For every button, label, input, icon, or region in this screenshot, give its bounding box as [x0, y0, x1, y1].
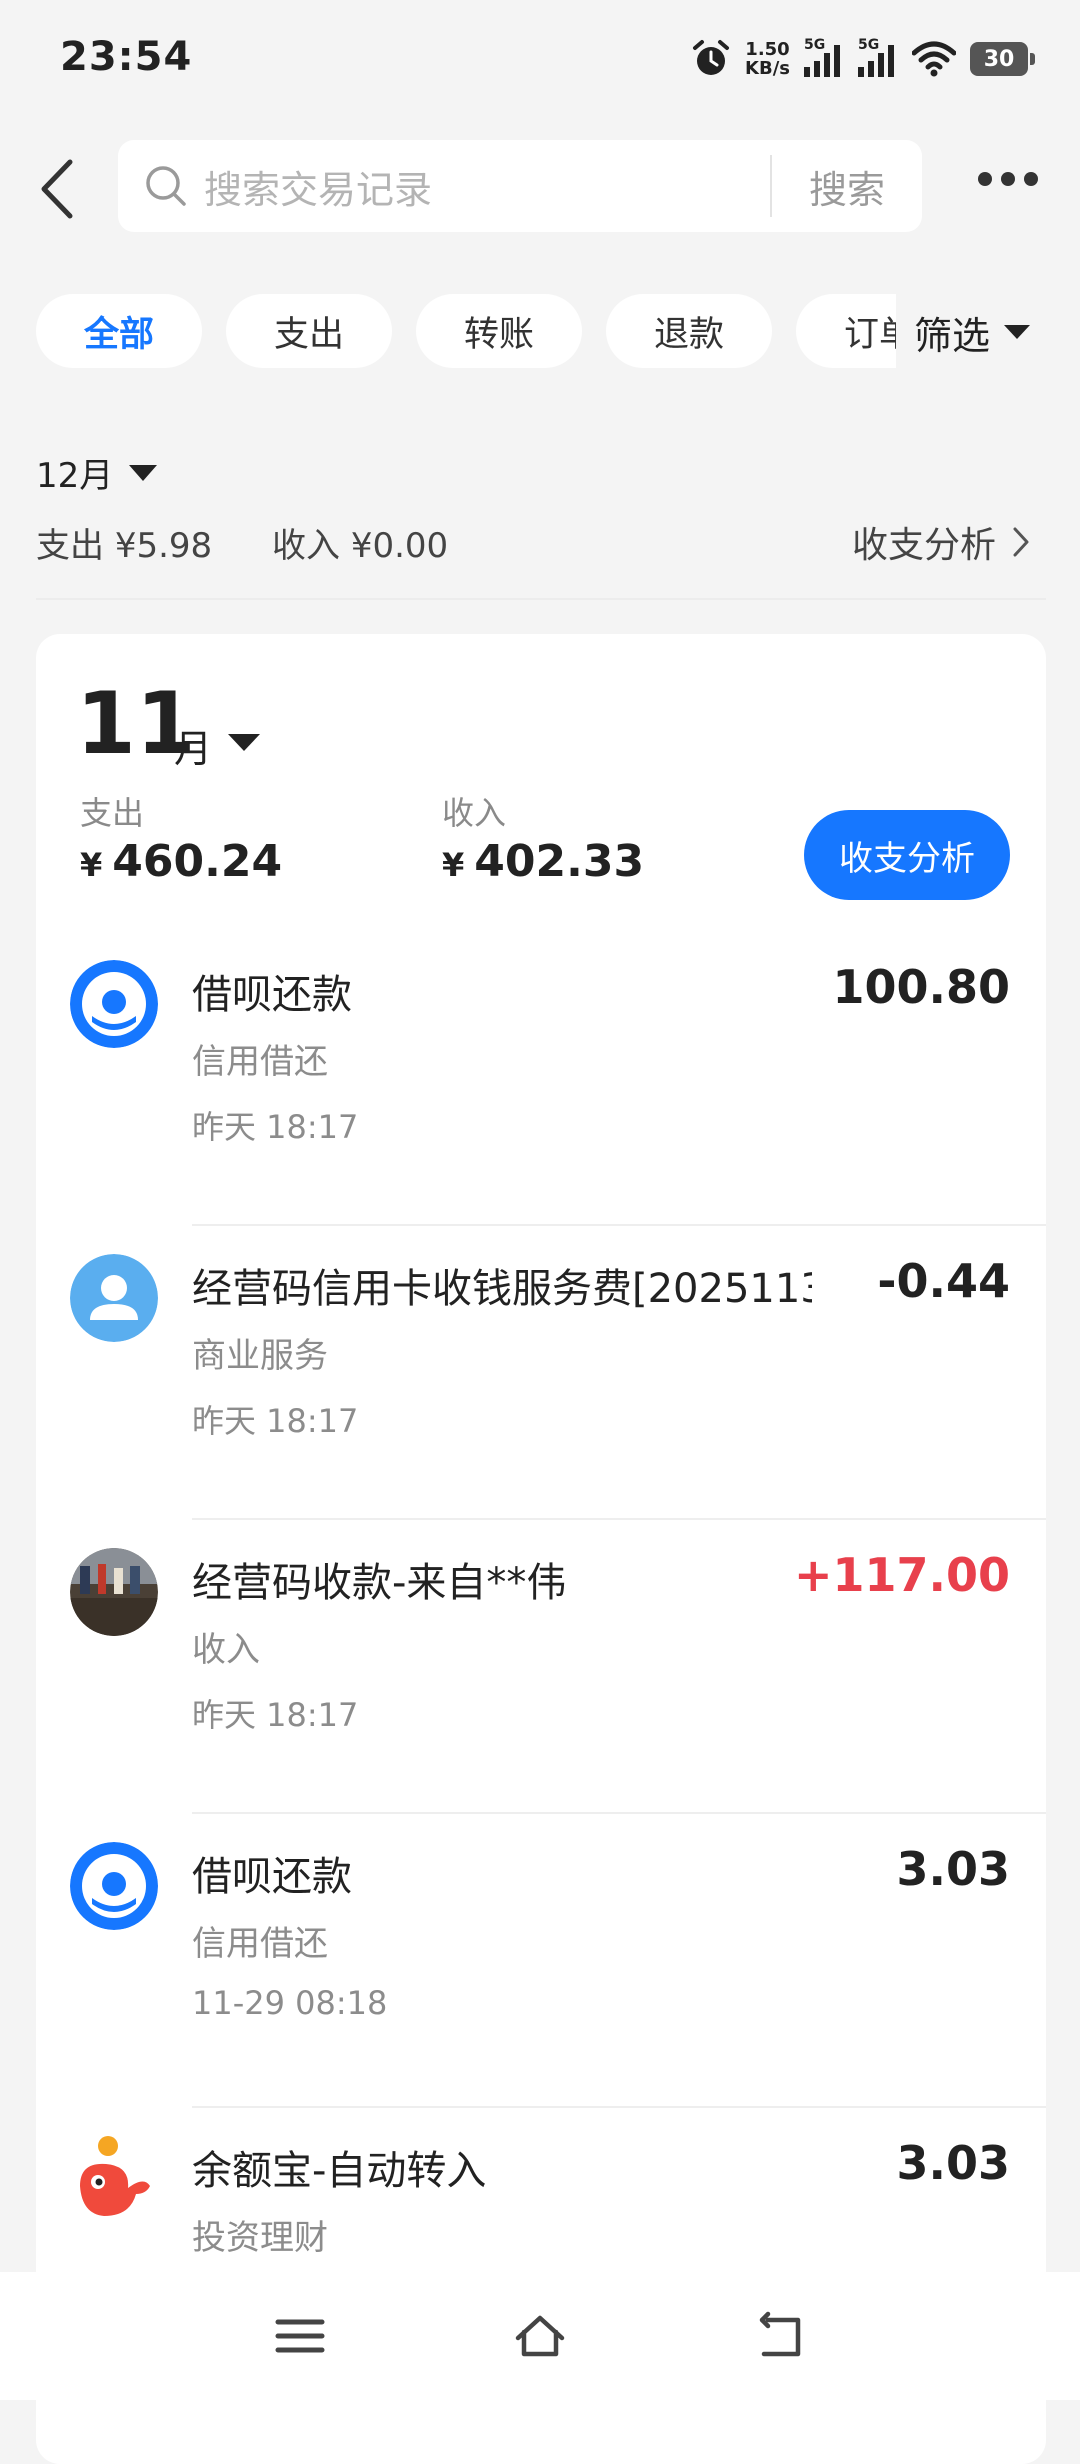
transaction-title: 余额宝-自动转入: [192, 2148, 487, 2194]
divider: [36, 598, 1046, 600]
chip-all[interactable]: 全部: [36, 294, 202, 368]
currency-symbol: ¥: [442, 846, 465, 884]
signal-icon: 5G: [858, 37, 898, 77]
jiebei-icon: [70, 960, 158, 1048]
back-arrow-icon[interactable]: [36, 158, 84, 220]
transaction-title: 经营码信用卡收钱服务费[2025113021...: [192, 1266, 812, 1312]
transaction-row[interactable]: 经营码信用卡收钱服务费[2025113021... 商业服务 昨天 18:17 …: [36, 1226, 1046, 1520]
transaction-category: 收入: [192, 1630, 260, 1670]
november-expense-label: 支出: [80, 794, 145, 832]
transaction-time: 昨天 18:17: [192, 1402, 359, 1440]
december-income-value: ¥0.00: [350, 526, 449, 566]
transaction-category: 信用借还: [192, 1042, 328, 1082]
november-income-amount: 402.33: [474, 836, 645, 887]
december-income: 收入 ¥0.00: [272, 518, 448, 567]
transaction-amount: +117.00: [793, 1548, 1010, 1602]
net-speed-unit: KB/s: [745, 58, 790, 79]
transaction-title: 借呗还款: [192, 1854, 352, 1900]
search-input[interactable]: 搜索交易记录: [204, 159, 770, 214]
december-income-label: 收入: [272, 526, 340, 566]
user-avatar-icon: [70, 1254, 158, 1342]
transaction-amount: -0.44: [877, 1254, 1010, 1308]
transaction-category: 商业服务: [192, 1336, 328, 1376]
home-icon[interactable]: [512, 2310, 568, 2362]
transaction-time: 11-29 08:18: [192, 1984, 388, 2022]
jiebei-icon: [70, 1842, 158, 1930]
analysis-button[interactable]: 收支分析: [804, 810, 1010, 900]
chip-transfer[interactable]: 转账: [416, 294, 582, 368]
november-expense-amount: 460.24: [112, 836, 283, 887]
chevron-right-icon: [1013, 527, 1029, 557]
yuebao-icon: [80, 2136, 150, 2216]
filter-chips: 全部 支出 转账 退款 订单: [36, 294, 916, 368]
transaction-row[interactable]: 借呗还款 信用借还 11-29 08:18 3.03: [36, 1814, 1046, 2108]
transaction-time: 昨天 18:17: [192, 1108, 359, 1146]
status-time: 23:54: [60, 34, 193, 80]
filter-label: 筛选: [914, 313, 991, 358]
search-icon: [146, 166, 186, 206]
menu-icon[interactable]: [272, 2310, 328, 2362]
november-income-value: ¥402.33: [442, 836, 644, 887]
dropdown-arrow-icon: [1004, 325, 1031, 339]
signal-label: 5G: [804, 37, 826, 53]
chip-refund[interactable]: 退款: [606, 294, 772, 368]
net-speed: 1.50 KB/s: [745, 40, 790, 78]
wifi-icon: [912, 41, 956, 77]
net-speed-value: 1.50: [745, 39, 790, 60]
december-expense-label: 支出: [36, 526, 104, 566]
transaction-row[interactable]: 经营码收款-来自**伟 收入 昨天 18:17 +117.00: [36, 1520, 1046, 1814]
dropdown-arrow-icon: [129, 464, 158, 481]
dropdown-arrow-icon[interactable]: [228, 734, 260, 751]
december-month-label: 12月: [36, 456, 114, 496]
december-analysis-link[interactable]: 收支分析: [852, 516, 1030, 568]
system-nav-bar: [0, 2272, 1080, 2400]
battery-icon: 30: [970, 42, 1035, 76]
november-expense-value: ¥460.24: [80, 836, 282, 887]
transaction-title: 经营码收款-来自**伟: [192, 1560, 567, 1606]
more-icon[interactable]: [978, 172, 1038, 186]
transaction-amount: 3.03: [896, 2136, 1011, 2190]
signal-icon: 5G: [804, 37, 844, 77]
transaction-time: 昨天 18:17: [192, 1696, 359, 1734]
transaction-amount: 3.03: [896, 1842, 1011, 1896]
alarm-icon: [693, 40, 730, 75]
search-button[interactable]: 搜索: [772, 159, 922, 214]
november-month-unit[interactable]: 月: [174, 718, 212, 773]
transaction-category: 信用借还: [192, 1924, 328, 1964]
chip-expense[interactable]: 支出: [226, 294, 392, 368]
photo-avatar-icon: [70, 1548, 158, 1636]
search-box[interactable]: 搜索交易记录 搜索: [118, 140, 922, 232]
transaction-title: 借呗还款: [192, 972, 352, 1018]
back-icon[interactable]: [752, 2310, 808, 2362]
transaction-category: 投资理财: [192, 2218, 328, 2258]
filter-button[interactable]: 筛选: [896, 292, 1031, 372]
status-icons: 1.50 KB/s 5G 5G 30: [691, 36, 1035, 82]
signal-label: 5G: [858, 37, 880, 53]
december-month-selector[interactable]: 12月: [36, 448, 158, 497]
december-expense-value: ¥5.98: [114, 526, 213, 566]
transaction-row[interactable]: 借呗还款 信用借还 昨天 18:17 100.80: [36, 932, 1046, 1226]
december-analysis-label: 收支分析: [851, 525, 996, 566]
currency-symbol: ¥: [80, 846, 103, 884]
december-expense: 支出 ¥5.98: [36, 518, 212, 567]
transaction-amount: 100.80: [832, 960, 1010, 1014]
november-income-label: 收入: [442, 794, 507, 832]
